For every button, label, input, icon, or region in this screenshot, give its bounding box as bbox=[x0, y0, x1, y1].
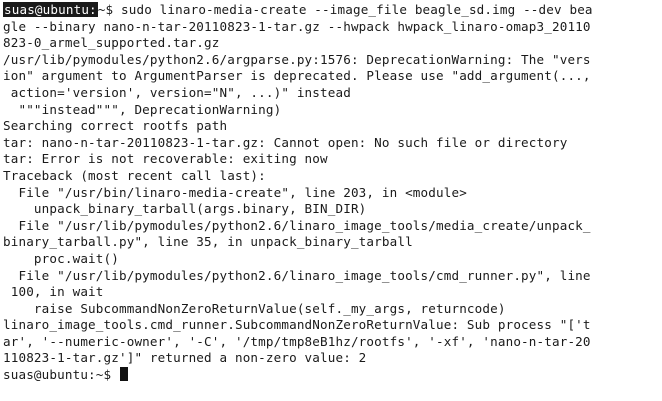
final-prompt-line[interactable]: suas@ubuntu:~$ bbox=[3, 367, 662, 384]
output-line: 100, in wait bbox=[3, 284, 104, 300]
command-line: suas@ubuntu:~$ sudo linaro-media-create … bbox=[3, 2, 662, 19]
output-line: File "/usr/lib/pymodules/python2.6/linar… bbox=[3, 267, 591, 283]
output-line: tar: Error is not recoverable: exiting n… bbox=[3, 151, 328, 167]
final-prompt: suas@ubuntu:~$ bbox=[3, 367, 119, 383]
output-line: 823-0_armel_supported.tar.gz bbox=[3, 35, 220, 51]
output-line: File "/usr/lib/pymodules/python2.6/linar… bbox=[3, 217, 591, 233]
output-line: proc.wait() bbox=[3, 250, 119, 266]
output-line: binary_tarball.py", line 35, in unpack_b… bbox=[3, 234, 413, 250]
output-line: tar: nano-n-tar-20110823-1-tar.gz: Canno… bbox=[3, 134, 568, 150]
output-line: 110823-1-tar.gz']" returned a non-zero v… bbox=[3, 350, 367, 366]
prompt-path: ~$ bbox=[97, 2, 114, 17]
output-line: Searching correct rootfs path bbox=[3, 118, 228, 134]
output-line: Traceback (most recent call last): bbox=[3, 167, 266, 183]
output-line: """instead""", DeprecationWarning) bbox=[3, 101, 282, 117]
text-cursor bbox=[119, 367, 128, 382]
output-line: raise SubcommandNonZeroReturnValue(self.… bbox=[3, 300, 506, 316]
output-line: ar', '--numeric-owner', '-C', '/tmp/tmp8… bbox=[3, 333, 591, 349]
prompt-user-host: suas@ubuntu: bbox=[3, 2, 98, 17]
terminal-window[interactable]: suas@ubuntu:~$ sudo linaro-media-create … bbox=[0, 0, 662, 401]
output-line: /usr/lib/pymodules/python2.6/argparse.py… bbox=[3, 51, 591, 67]
output-line: linaro_image_tools.cmd_runner.Subcommand… bbox=[3, 317, 591, 333]
output-line: action='version', version="N", ...)" ins… bbox=[3, 84, 351, 100]
output-line: gle --binary nano-n-tar-20110823-1-tar.g… bbox=[3, 18, 591, 34]
output-line: File "/usr/bin/linaro-media-create", lin… bbox=[3, 184, 467, 200]
command-text: sudo linaro-media-create --image_file be… bbox=[113, 2, 593, 17]
output-line: unpack_binary_tarball(args.binary, BIN_D… bbox=[3, 201, 367, 217]
output-line: ion" argument to ArgumentParser is depre… bbox=[3, 68, 591, 84]
